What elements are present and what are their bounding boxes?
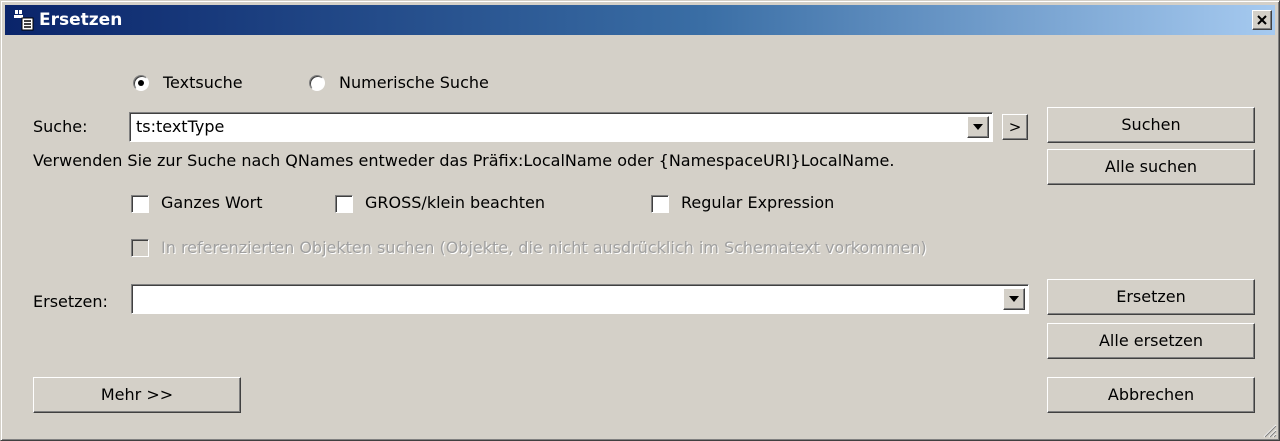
close-icon: [1257, 15, 1267, 25]
checkbox-regex[interactable]: [651, 195, 669, 213]
search-input-value[interactable]: ts:textType: [136, 117, 224, 137]
radio-text-search-label[interactable]: Textsuche: [163, 73, 243, 93]
checkbox-match-case-label[interactable]: GROSS/klein beachten: [365, 193, 545, 213]
replace-dialog-icon: [14, 10, 34, 31]
radio-numeric-search-label[interactable]: Numerische Suche: [339, 73, 489, 93]
search-dropdown-button[interactable]: [967, 116, 989, 138]
replace-button[interactable]: Ersetzen: [1047, 279, 1255, 315]
search-next-button[interactable]: >: [1002, 114, 1028, 140]
find-button[interactable]: Suchen: [1047, 107, 1255, 143]
checkbox-whole-word-label[interactable]: Ganzes Wort: [161, 193, 263, 213]
replace-all-button[interactable]: Alle ersetzen: [1047, 323, 1255, 359]
checkbox-regex-label[interactable]: Regular Expression: [681, 193, 834, 213]
search-label: Suche:: [33, 117, 88, 136]
chevron-down-icon: [973, 124, 983, 130]
radio-selected-dot: [138, 80, 144, 86]
search-combobox[interactable]: ts:textType: [129, 112, 993, 142]
find-all-button[interactable]: Alle suchen: [1047, 149, 1255, 185]
window-title: Ersetzen: [39, 10, 123, 30]
replace-label: Ersetzen:: [33, 292, 108, 311]
checkbox-match-case[interactable]: [335, 195, 353, 213]
replace-dropdown-button[interactable]: [1003, 288, 1025, 310]
checkbox-search-referenced-label: In referenzierten Objekten suchen (Objek…: [161, 238, 927, 257]
radio-text-search[interactable]: [133, 75, 149, 91]
qname-hint: Verwenden Sie zur Suche nach QNames entw…: [33, 151, 895, 170]
cancel-button[interactable]: Abbrechen: [1047, 377, 1255, 413]
radio-numeric-search[interactable]: [309, 75, 325, 91]
replace-combobox[interactable]: [131, 284, 1029, 314]
more-button[interactable]: Mehr >>: [33, 377, 241, 413]
checkbox-whole-word[interactable]: [131, 195, 149, 213]
resize-grip-icon[interactable]: [1261, 422, 1277, 438]
checkbox-search-referenced: [131, 239, 149, 257]
replace-dialog: Ersetzen Textsuche Numerische Suche Such…: [0, 0, 1280, 441]
close-button[interactable]: [1252, 10, 1272, 30]
chevron-down-icon: [1009, 296, 1019, 302]
title-bar[interactable]: Ersetzen: [5, 5, 1275, 35]
